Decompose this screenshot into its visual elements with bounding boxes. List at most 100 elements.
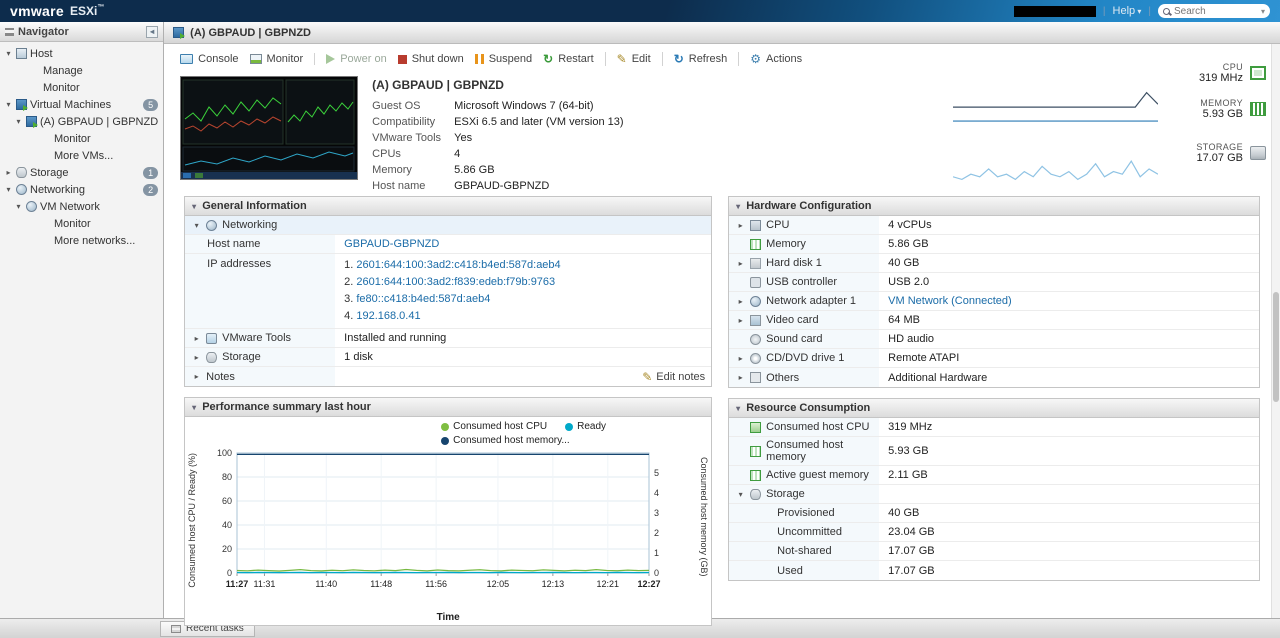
chevron-down-icon[interactable]: ▾ (1261, 7, 1265, 16)
twisty-icon[interactable]: ▸ (736, 259, 745, 268)
search-box[interactable]: ▾ (1158, 4, 1270, 18)
sidebar-item-label: More VMs... (54, 149, 114, 162)
twisty-icon[interactable]: ▸ (736, 221, 745, 230)
hardware-row[interactable]: USB controller USB 2.0 (729, 273, 1259, 292)
toolbar-button[interactable]: Suspend (474, 53, 532, 65)
sidebar-item[interactable]: More VMs... (0, 147, 163, 164)
stat-icon (1250, 146, 1266, 160)
hardware-row[interactable]: ▸ Network adapter 1 VM Network (Connecte… (729, 292, 1259, 311)
toolbar-button[interactable]: Console (180, 53, 239, 65)
ip-address-link[interactable]: 2601:644:100:3ad2:c418:b4ed:587d:aeb4 (356, 259, 560, 271)
resource-consumption-header[interactable]: Resource Consumption (729, 399, 1259, 418)
twisty-icon[interactable]: ▾ (4, 49, 13, 58)
toolbar-button[interactable]: Shut down (397, 53, 464, 65)
sidebar-item-icon (26, 116, 38, 128)
hardware-row[interactable]: ▸ Video card 64 MB (729, 311, 1259, 330)
twisty-icon[interactable]: ▸ (192, 372, 201, 381)
hardware-row[interactable]: Sound card HD audio (729, 330, 1259, 349)
legend-item[interactable]: Consumed host memory... (441, 435, 570, 446)
hardware-value: 64 MB (888, 314, 920, 326)
sidebar-item[interactable]: ▾ VM Network (0, 198, 163, 215)
legend-dot (565, 422, 574, 431)
legend-dot (441, 422, 450, 431)
twisty-icon[interactable]: ▾ (14, 202, 23, 211)
vm-info-row: CPUs 4 (372, 146, 623, 162)
ip-address-link[interactable]: fe80::c418:b4ed:587d:aeb4 (356, 293, 490, 305)
search-input[interactable] (1174, 5, 1257, 17)
twisty-icon[interactable]: ▸ (4, 168, 13, 177)
twisty-icon[interactable]: ▸ (192, 353, 201, 362)
chart-legend: Consumed host CPU Ready Consumed host me… (441, 421, 691, 446)
toolbar-button[interactable]: Edit (604, 52, 651, 66)
host-name-label: Host name (207, 238, 261, 250)
svg-text:3: 3 (654, 508, 659, 518)
toolbar-button[interactable]: Power on (314, 53, 387, 65)
collapse-sidebar-button[interactable]: ◂ (146, 25, 159, 38)
vm-info-label: Host name (372, 180, 426, 192)
vmware-tools-row[interactable]: ▸ VMware Tools Installed and running (185, 329, 712, 348)
host-name-link[interactable]: GBPAUD-GBPNZD (344, 238, 439, 250)
hardware-row[interactable]: Memory 5.86 GB (729, 235, 1259, 254)
scrollbar-thumb[interactable] (1273, 292, 1279, 402)
ip-address-link[interactable]: 2601:644:100:3ad2:f839:edeb:f79b:9763 (356, 276, 555, 288)
twisty-icon[interactable]: ▸ (736, 354, 745, 363)
hardware-row[interactable]: ▸ CPU 4 vCPUs (729, 216, 1259, 235)
ip-address-link[interactable]: 192.168.0.41 (356, 310, 420, 322)
ip-number: 4. (344, 310, 354, 322)
twisty-icon[interactable]: ▸ (736, 297, 745, 306)
networking-section-row[interactable]: ▾ Networking (185, 216, 712, 235)
thumbnail-graphic (181, 77, 358, 179)
sidebar-item-label: Monitor (54, 132, 91, 145)
twisty-icon[interactable]: ▸ (736, 373, 745, 382)
twisty-icon[interactable]: ▸ (192, 334, 201, 343)
stat-block: STORAGE 17.07 GB (1148, 142, 1266, 164)
resource-label: Not-shared (777, 545, 832, 557)
help-menu[interactable]: Help (1113, 5, 1142, 17)
sidebar-item[interactable]: Manage (0, 62, 163, 79)
twisty-icon[interactable]: ▾ (736, 490, 745, 499)
storage-row[interactable]: ▸ Storage 1 disk (185, 348, 712, 367)
hardware-row[interactable]: ▸ Hard disk 1 40 GB (729, 254, 1259, 273)
toolbar-button[interactable]: Refresh (661, 52, 727, 66)
sidebar-item[interactable]: Monitor (0, 130, 163, 147)
vertical-scrollbar[interactable] (1271, 44, 1280, 618)
sidebar-item[interactable]: More networks... (0, 232, 163, 249)
sidebar-item[interactable]: ▾ Host (0, 45, 163, 62)
main-area: (A) GBPAUD | GBPNZD Console Monitor Powe… (164, 22, 1280, 626)
twisty-icon[interactable]: ▸ (736, 316, 745, 325)
resource-icon (750, 445, 762, 457)
general-information-header[interactable]: General Information (185, 197, 712, 216)
sidebar-item[interactable]: ▾ Networking 2 (0, 181, 163, 198)
toolbar-button[interactable]: Restart (543, 52, 593, 66)
svg-text:11:27: 11:27 (226, 579, 249, 589)
sidebar-item[interactable]: Monitor (0, 215, 163, 232)
performance-body: Consumed host CPU Ready Consumed host me… (185, 417, 711, 625)
legend-item[interactable]: Ready (565, 421, 606, 432)
vm-info-value: Yes (454, 132, 473, 144)
svg-text:100: 100 (217, 448, 232, 458)
toolbar-button-icon (249, 54, 262, 64)
performance-header[interactable]: Performance summary last hour (185, 398, 712, 417)
hardware-label: CD/DVD drive 1 (766, 352, 845, 364)
twisty-icon[interactable]: ▾ (4, 185, 13, 194)
hardware-row[interactable]: ▸ CD/DVD drive 1 Remote ATAPI (729, 349, 1259, 368)
sidebar-item-label: Host (30, 47, 53, 60)
hardware-configuration-header[interactable]: Hardware Configuration (729, 197, 1259, 216)
toolbar-button[interactable]: Actions (738, 52, 802, 66)
edit-notes-button[interactable]: Edit notes (642, 370, 705, 384)
vm-info-value: Microsoft Windows 7 (64-bit) (454, 100, 594, 112)
ip-address-line: 2. 2601:644:100:3ad2:f839:edeb:f79b:9763 (344, 274, 705, 291)
sidebar-item[interactable]: ▾ Virtual Machines 5 (0, 96, 163, 113)
twisty-icon[interactable]: ▾ (192, 221, 201, 230)
vm-title-bar: (A) GBPAUD | GBPNZD (164, 22, 1280, 44)
sidebar-item[interactable]: ▾ (A) GBPAUD | GBPNZD (0, 113, 163, 130)
vm-screenshot-thumbnail[interactable] (180, 76, 359, 180)
stat-value: 319 MHz (1198, 72, 1243, 84)
twisty-icon[interactable]: ▾ (4, 100, 13, 109)
toolbar-button[interactable]: Monitor (249, 53, 303, 65)
sidebar-item[interactable]: Monitor (0, 79, 163, 96)
legend-item[interactable]: Consumed host CPU (441, 421, 547, 432)
sidebar-item[interactable]: ▸ Storage 1 (0, 164, 163, 181)
twisty-icon[interactable]: ▾ (14, 117, 23, 126)
hardware-row[interactable]: ▸ Others Additional Hardware (729, 368, 1259, 387)
